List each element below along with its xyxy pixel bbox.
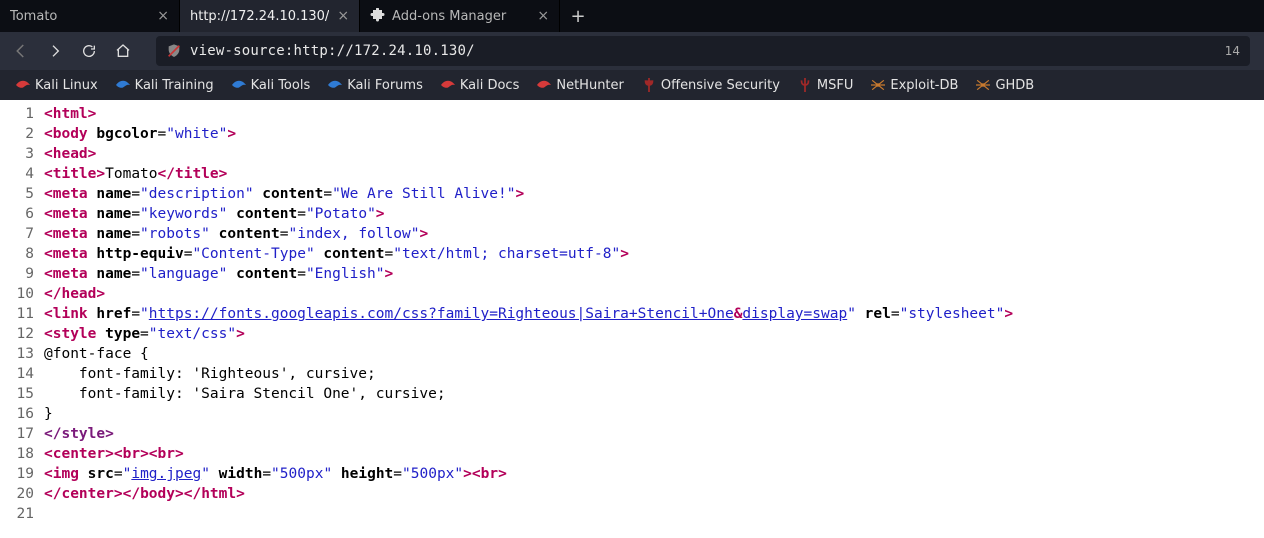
lnum: 3 <box>0 144 44 164</box>
close-icon[interactable]: × <box>157 8 169 24</box>
bookmark-msfu[interactable]: MSFU <box>790 75 861 96</box>
line: 9<meta name="language" content="English"… <box>0 264 1264 284</box>
bookmark-label: Offensive Security <box>661 78 780 93</box>
lnum: 1 <box>0 104 44 124</box>
nav-bar: view-source:http://172.24.10.130/ 14 <box>0 32 1264 70</box>
lnum: 9 <box>0 264 44 284</box>
bookmark-kali-tools[interactable]: Kali Tools <box>224 75 319 96</box>
spider-icon <box>871 78 885 92</box>
lnum: 8 <box>0 244 44 264</box>
bookmark-label: Exploit-DB <box>890 78 958 93</box>
line: 4<title>Tomato</title> <box>0 164 1264 184</box>
url-text: view-source:http://172.24.10.130/ <box>190 43 1217 59</box>
tab-source[interactable]: http://172.24.10.130/ × <box>180 0 360 32</box>
dragon-icon <box>537 78 551 92</box>
bookmark-label: Kali Forums <box>347 78 423 93</box>
dragon-icon <box>116 78 130 92</box>
bookmarks-bar: Kali Linux Kali Training Kali Tools Kali… <box>0 70 1264 100</box>
url-link[interactable]: img.jpeg <box>131 466 201 482</box>
url-link[interactable]: https://fonts.googleapis.com/css?family=… <box>149 306 734 322</box>
tab-addons[interactable]: Add-ons Manager × <box>360 0 560 32</box>
line: 12<style type="text/css"> <box>0 324 1264 344</box>
lnum: 15 <box>0 384 44 404</box>
dragon-icon <box>16 78 30 92</box>
tab-label: Add-ons Manager <box>392 9 529 24</box>
line: 5<meta name="description" content="We Ar… <box>0 184 1264 204</box>
back-button[interactable] <box>6 36 36 66</box>
home-button[interactable] <box>108 36 138 66</box>
tab-label: Tomato <box>10 9 149 24</box>
bookmark-kali-docs[interactable]: Kali Docs <box>433 75 528 96</box>
bookmark-kali-training[interactable]: Kali Training <box>108 75 222 96</box>
line: 7<meta name="robots" content="index, fol… <box>0 224 1264 244</box>
new-tab-button[interactable]: + <box>560 0 596 32</box>
url-bar[interactable]: view-source:http://172.24.10.130/ 14 <box>156 36 1250 66</box>
lnum: 4 <box>0 164 44 184</box>
line: 3<head> <box>0 144 1264 164</box>
forward-button[interactable] <box>40 36 70 66</box>
lnum: 13 <box>0 344 44 364</box>
line: 19<img src="img.jpeg" width="500px" heig… <box>0 464 1264 484</box>
line: 2<body bgcolor="white"> <box>0 124 1264 144</box>
bookmark-label: MSFU <box>817 78 853 93</box>
url-link[interactable]: display=swap <box>742 306 847 322</box>
lnum: 20 <box>0 484 44 504</box>
lnum: 17 <box>0 424 44 444</box>
dragon-icon <box>441 78 455 92</box>
tab-tomato[interactable]: Tomato × <box>0 0 180 32</box>
lnum: 16 <box>0 404 44 424</box>
tab-bar: Tomato × http://172.24.10.130/ × Add-ons… <box>0 0 1264 32</box>
trident-icon <box>798 78 812 92</box>
line: 10</head> <box>0 284 1264 304</box>
lnum: 21 <box>0 504 44 524</box>
insecure-shield-icon <box>166 43 182 59</box>
trident-icon <box>642 78 656 92</box>
close-icon[interactable]: × <box>337 8 349 24</box>
bookmark-offensive-security[interactable]: Offensive Security <box>634 75 788 96</box>
bookmark-label: Kali Training <box>135 78 214 93</box>
line: 14 font-family: 'Righteous', cursive; <box>0 364 1264 384</box>
line: 17</style> <box>0 424 1264 444</box>
line: 1<html> <box>0 104 1264 124</box>
lnum: 14 <box>0 364 44 384</box>
url-right-meta: 14 <box>1217 44 1240 58</box>
dragon-icon <box>328 78 342 92</box>
lnum: 18 <box>0 444 44 464</box>
reload-button[interactable] <box>74 36 104 66</box>
puzzle-icon <box>370 8 386 24</box>
lnum: 5 <box>0 184 44 204</box>
line: 8<meta http-equiv="Content-Type" content… <box>0 244 1264 264</box>
close-icon[interactable]: × <box>537 8 549 24</box>
bookmark-kali-forums[interactable]: Kali Forums <box>320 75 431 96</box>
line: 13@font-face { <box>0 344 1264 364</box>
line: 11<link href="https://fonts.googleapis.c… <box>0 304 1264 324</box>
lnum: 7 <box>0 224 44 244</box>
lnum: 6 <box>0 204 44 224</box>
bookmark-label: Kali Linux <box>35 78 98 93</box>
view-source-content[interactable]: 1<html> 2<body bgcolor="white"> 3<head> … <box>0 100 1264 528</box>
spider-icon <box>976 78 990 92</box>
bookmark-label: Kali Tools <box>251 78 311 93</box>
bookmark-label: Kali Docs <box>460 78 520 93</box>
line: 18<center><br><br> <box>0 444 1264 464</box>
line: 15 font-family: 'Saira Stencil One', cur… <box>0 384 1264 404</box>
line: 21 <box>0 504 1264 524</box>
lnum: 12 <box>0 324 44 344</box>
bookmark-label: NetHunter <box>556 78 624 93</box>
bookmark-label: GHDB <box>995 78 1034 93</box>
dragon-icon <box>232 78 246 92</box>
line: 20</center></body></html> <box>0 484 1264 504</box>
bookmark-exploitdb[interactable]: Exploit-DB <box>863 75 966 96</box>
lnum: 11 <box>0 304 44 324</box>
line: 16} <box>0 404 1264 424</box>
lnum: 10 <box>0 284 44 304</box>
line: 6<meta name="keywords" content="Potato"> <box>0 204 1264 224</box>
bookmark-ghdb[interactable]: GHDB <box>968 75 1042 96</box>
lnum: 2 <box>0 124 44 144</box>
tab-label: http://172.24.10.130/ <box>190 9 329 24</box>
lnum: 19 <box>0 464 44 484</box>
bookmark-nethunter[interactable]: NetHunter <box>529 75 632 96</box>
bookmark-kali-linux[interactable]: Kali Linux <box>8 75 106 96</box>
